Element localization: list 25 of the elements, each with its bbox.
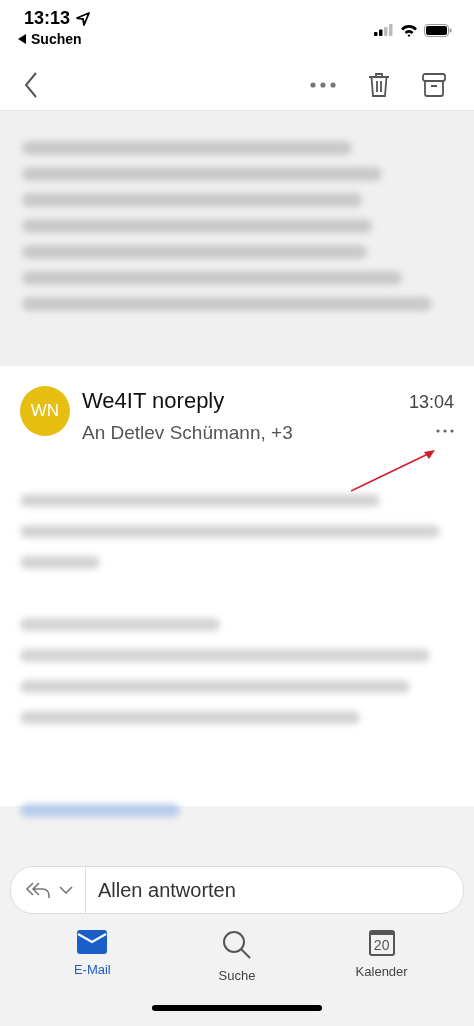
tab-bar-item[interactable]: 20 Kalender bbox=[336, 930, 427, 983]
reply-all-bar[interactable]: Allen antworten bbox=[10, 866, 464, 914]
more-icon[interactable] bbox=[436, 429, 454, 433]
back-chevron-icon[interactable] bbox=[24, 72, 38, 98]
tab-bar-item[interactable]: Suche bbox=[192, 930, 282, 983]
wifi-icon bbox=[400, 24, 418, 37]
signal-icon bbox=[374, 24, 394, 36]
search-icon bbox=[222, 930, 252, 960]
mail-icon bbox=[77, 930, 108, 954]
back-triangle-icon[interactable] bbox=[18, 34, 26, 44]
calendar-icon: 20 bbox=[368, 930, 395, 956]
avatar: WN bbox=[20, 386, 70, 436]
recipients[interactable]: An Detlev Schümann, +3 bbox=[82, 422, 397, 444]
message-time: 13:04 bbox=[408, 392, 454, 413]
more-icon[interactable] bbox=[310, 82, 336, 88]
status-time: 13:13 bbox=[24, 8, 71, 29]
battery-icon bbox=[424, 24, 452, 37]
chevron-down-icon[interactable] bbox=[59, 886, 73, 894]
reply-all-icon[interactable] bbox=[25, 881, 51, 899]
tab-bar-item[interactable]: E-Mail bbox=[47, 930, 138, 983]
back-to-app-link[interactable]: Suchen bbox=[31, 31, 82, 47]
archive-icon[interactable] bbox=[422, 73, 446, 97]
location-icon bbox=[76, 11, 91, 26]
trash-icon[interactable] bbox=[368, 72, 390, 98]
sender-name: We4IT noreply bbox=[82, 388, 226, 414]
